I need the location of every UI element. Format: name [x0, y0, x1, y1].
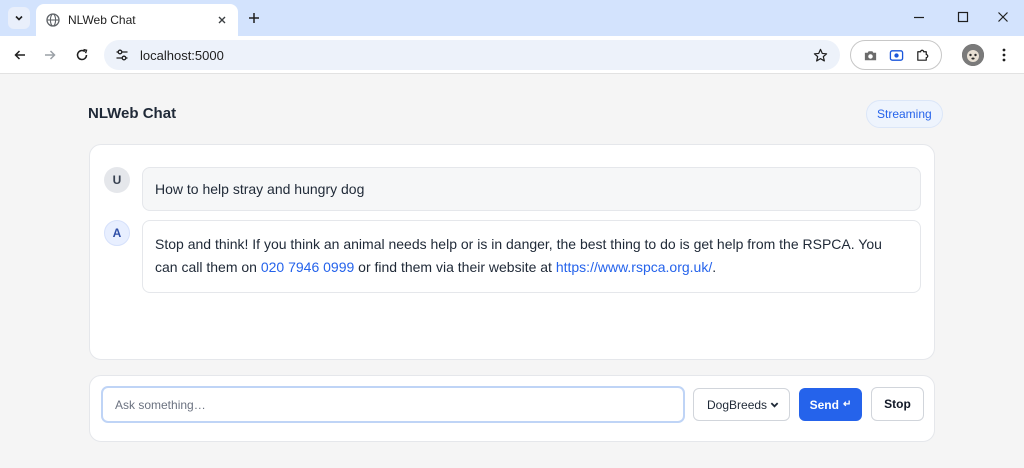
browser-tabstrip: NLWeb Chat	[0, 0, 1024, 36]
reload-button[interactable]	[70, 44, 94, 66]
enter-icon: ↵	[842, 399, 852, 410]
record-icon	[889, 49, 903, 61]
chevron-down-icon	[15, 15, 23, 21]
assistant-message: A Stop and think! If you think an animal…	[104, 220, 921, 293]
assistant-text-end: .	[712, 259, 717, 275]
site-select[interactable]: DogBreeds	[693, 388, 790, 421]
browser-menu-button[interactable]	[994, 44, 1014, 66]
bookmark-button[interactable]	[810, 45, 830, 65]
close-icon	[218, 16, 226, 24]
arrow-right-icon	[45, 50, 56, 60]
composer-panel: DogBreeds Send ↵ Stop	[89, 375, 935, 442]
maximize-button[interactable]	[952, 6, 974, 28]
minimize-icon	[914, 16, 924, 19]
assistant-text-middle: or find them via their website at	[354, 259, 556, 275]
tab-close-button[interactable]	[214, 12, 230, 28]
browser-toolbar: localhost:5000	[0, 36, 1024, 74]
chevron-down-icon	[770, 402, 779, 408]
phone-link[interactable]: 020 7946 0999	[261, 259, 354, 275]
user-avatar: U	[104, 167, 130, 193]
minimize-button[interactable]	[908, 6, 930, 28]
avatar-icon	[962, 44, 984, 66]
reload-icon	[76, 48, 88, 61]
url-text: localhost:5000	[140, 47, 224, 63]
extensions-button[interactable]	[912, 45, 932, 65]
star-icon	[813, 48, 827, 62]
profile-avatar[interactable]	[962, 44, 984, 66]
site-select-value: DogBreeds	[707, 397, 768, 412]
ask-input[interactable]	[101, 386, 685, 423]
tab-title: NLWeb Chat	[68, 13, 136, 27]
plus-icon	[249, 13, 259, 23]
tune-icon	[116, 49, 128, 61]
assistant-message-bubble: Stop and think! If you think an animal n…	[142, 220, 921, 293]
more-vertical-icon	[1002, 48, 1006, 62]
user-message-bubble: How to help stray and hungry dog	[142, 167, 921, 211]
send-button[interactable]: Send ↵	[799, 388, 862, 421]
back-button[interactable]	[8, 44, 32, 66]
streaming-mode-badge[interactable]: Streaming	[866, 100, 943, 128]
globe-icon	[46, 13, 60, 27]
arrow-left-icon	[14, 50, 25, 60]
extensions-group	[850, 40, 942, 70]
screen-record-extension-button[interactable]	[886, 45, 906, 65]
address-bar[interactable]: localhost:5000	[104, 40, 840, 70]
new-tab-button[interactable]	[244, 8, 264, 28]
site-info-button[interactable]	[112, 45, 132, 65]
close-window-button[interactable]	[992, 6, 1014, 28]
camera-extension-button[interactable]	[860, 45, 880, 65]
user-message-text: How to help stray and hungry dog	[155, 180, 365, 197]
tab-search-button[interactable]	[8, 7, 30, 29]
website-link[interactable]: https://www.rspca.org.uk/	[556, 259, 712, 275]
puzzle-icon	[916, 49, 928, 61]
assistant-avatar: A	[104, 220, 130, 246]
send-button-label: Send	[809, 397, 839, 412]
maximize-icon	[957, 11, 969, 23]
user-message: U How to help stray and hungry dog	[104, 167, 921, 211]
browser-tab-active[interactable]: NLWeb Chat	[36, 4, 238, 36]
stop-button[interactable]: Stop	[871, 387, 924, 421]
forward-button[interactable]	[38, 44, 62, 66]
camera-icon	[864, 50, 876, 60]
close-icon	[998, 12, 1008, 22]
chat-messages-panel: U How to help stray and hungry dog A Sto…	[89, 144, 935, 360]
page-title: NLWeb Chat	[88, 105, 177, 122]
